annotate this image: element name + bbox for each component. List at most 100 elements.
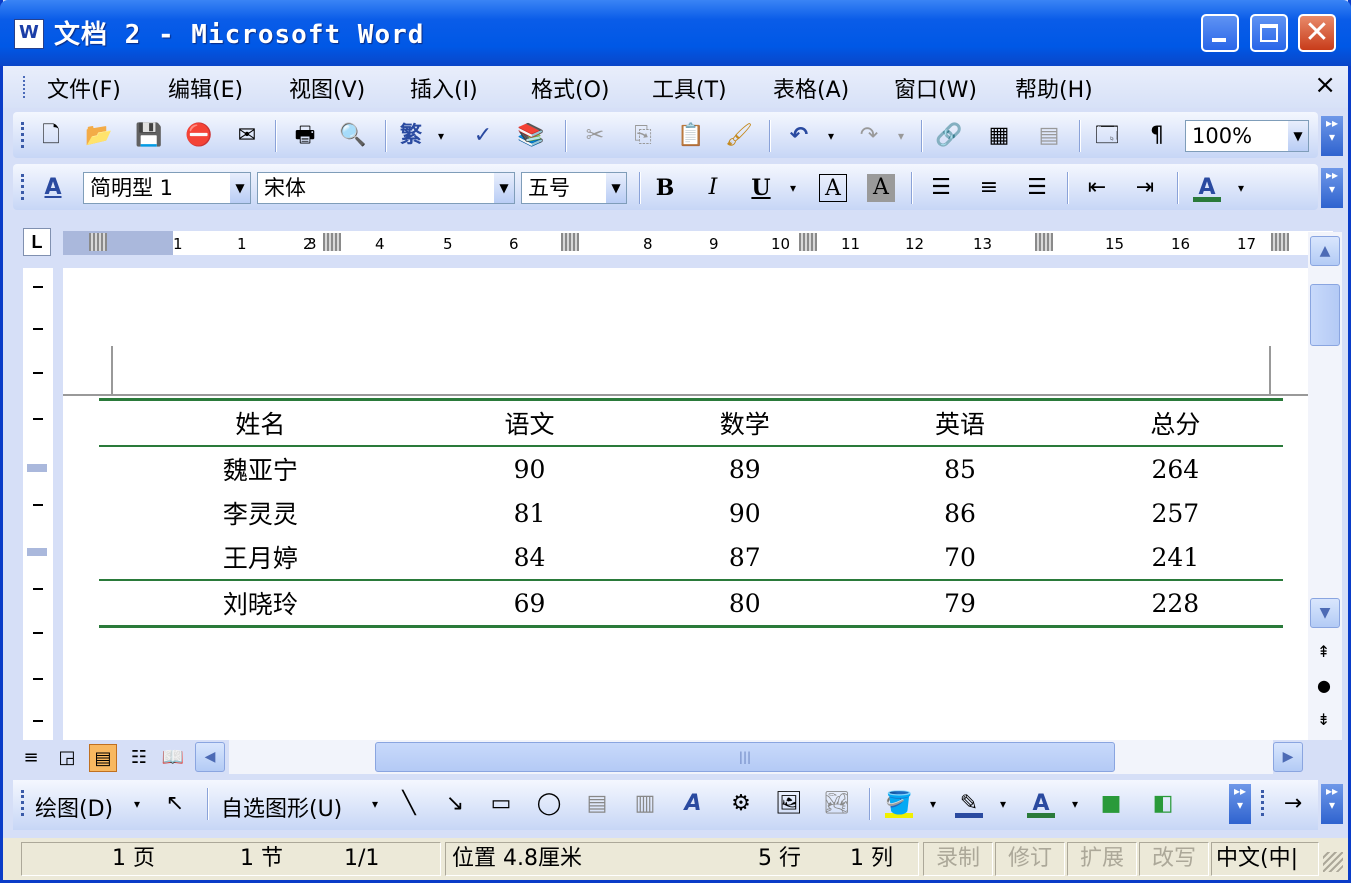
print-preview-icon[interactable]: 🔍 xyxy=(339,122,367,150)
insert-picture-icon[interactable]: 🏞 xyxy=(823,790,851,818)
tables-borders-icon[interactable]: ▦ xyxy=(985,122,1013,150)
chevron-down-icon[interactable]: ▾ xyxy=(427,122,455,150)
document-map-icon[interactable]: 🗔 xyxy=(1093,122,1121,150)
3d-style-icon[interactable]: ◧ xyxy=(1149,790,1177,818)
table-header-cell[interactable]: 总分 xyxy=(1068,400,1283,447)
fill-color-dropdown-icon[interactable]: ▾ xyxy=(919,790,947,818)
title-bar[interactable]: 文档 2 - Microsoft Word ✕ xyxy=(0,0,1351,66)
scroll-down-button[interactable]: ▼ xyxy=(1310,598,1340,628)
line-color-dropdown-icon[interactable]: ▾ xyxy=(989,790,1017,818)
table-header-cell[interactable]: 姓名 xyxy=(99,400,422,447)
table-header-cell[interactable]: 英语 xyxy=(852,400,1067,447)
line-color-icon[interactable]: ✎ xyxy=(955,790,983,818)
table-cell[interactable]: 90 xyxy=(637,491,852,535)
table-cell[interactable]: 李灵灵 xyxy=(99,491,422,535)
align-right-icon[interactable]: ☰ xyxy=(1023,174,1051,202)
font-color-icon[interactable]: A xyxy=(1193,174,1221,202)
research-icon[interactable]: 📚 xyxy=(517,122,545,150)
toolbar-grip[interactable] xyxy=(21,790,27,816)
horizontal-scrollbar[interactable]: ||| xyxy=(229,740,1273,774)
character-shading-icon[interactable]: A xyxy=(867,174,895,202)
table-cell[interactable]: 79 xyxy=(852,580,1067,627)
select-browse-object-icon[interactable]: ● xyxy=(1317,676,1331,695)
scroll-right-button[interactable]: ▶ xyxy=(1273,742,1303,772)
wordart-icon[interactable]: A xyxy=(679,790,707,818)
menu-tools[interactable]: 工具(T) xyxy=(652,72,727,104)
toolbar-options-icon[interactable]: ▸▸ ▾ xyxy=(1321,116,1343,156)
oval-icon[interactable]: ◯ xyxy=(535,790,563,818)
hyperlink-icon[interactable]: 🔗 xyxy=(935,122,963,150)
table-cell[interactable]: 241 xyxy=(1068,535,1283,580)
menu-format[interactable]: 格式(O) xyxy=(531,72,609,104)
print-layout-icon[interactable]: ▤ xyxy=(89,744,117,772)
italic-button[interactable]: I xyxy=(699,174,727,202)
previous-page-icon[interactable]: ⇞ xyxy=(1317,642,1330,661)
column-marker[interactable] xyxy=(323,233,341,251)
table-cell[interactable]: 86 xyxy=(852,491,1067,535)
bold-button[interactable]: B xyxy=(651,174,679,202)
underline-button[interactable]: U xyxy=(747,174,775,202)
right-arrow-icon[interactable]: → xyxy=(1279,790,1307,818)
vertical-scroll-thumb[interactable] xyxy=(1310,284,1340,346)
web-layout-icon[interactable]: ◲ xyxy=(53,744,81,772)
spelling-icon[interactable]: ✓ xyxy=(469,122,497,150)
rectangle-icon[interactable]: ▭ xyxy=(487,790,515,818)
toolbar-grip[interactable] xyxy=(1261,790,1267,816)
justify-icon[interactable]: ☰ xyxy=(927,174,955,202)
table-cell[interactable]: 魏亚宁 xyxy=(99,446,422,491)
font-size-select[interactable]: 五号 ▼ xyxy=(521,172,627,204)
minimize-button[interactable] xyxy=(1201,14,1239,52)
vertical-scrollbar[interactable]: ▲ ▼ xyxy=(1308,232,1342,740)
arrow-icon[interactable]: ↘ xyxy=(441,790,469,818)
menu-edit[interactable]: 编辑(E) xyxy=(168,72,243,104)
table-cell[interactable]: 81 xyxy=(422,491,637,535)
style-select[interactable]: 简明型 1 ▼ xyxy=(83,172,251,204)
font-dropdown-icon[interactable]: ▼ xyxy=(494,173,514,203)
autoshapes-menu-button[interactable]: 自选图形(U) xyxy=(221,791,342,823)
paste-icon[interactable]: 📋 xyxy=(677,122,705,150)
undo-icon[interactable]: ↶ xyxy=(785,122,813,150)
right-indent-marker[interactable] xyxy=(1271,233,1289,251)
table-cell[interactable]: 王月婷 xyxy=(99,535,422,580)
table-cell[interactable]: 刘晓玲 xyxy=(99,580,422,627)
status-overtype[interactable]: 改写 xyxy=(1139,842,1209,876)
draw-font-color-dropdown-icon[interactable]: ▾ xyxy=(1061,790,1089,818)
outline-view-icon[interactable]: ☷ xyxy=(125,744,153,772)
draw-menu-button[interactable]: 绘图(D) xyxy=(35,791,113,823)
status-record[interactable]: 录制 xyxy=(923,842,993,876)
menu-table[interactable]: 表格(A) xyxy=(773,72,849,104)
table-cell[interactable]: 70 xyxy=(852,535,1067,580)
styles-formatting-icon[interactable]: A xyxy=(39,174,67,202)
redo-dropdown-icon[interactable]: ▾ xyxy=(887,122,915,150)
column-marker[interactable] xyxy=(799,233,817,251)
cut-icon[interactable]: ✂ xyxy=(581,122,609,150)
menu-window[interactable]: 窗口(W) xyxy=(894,72,977,104)
grades-table[interactable]: 姓名 语文 数学 英语 总分 魏亚宁 90 89 85 264 李灵灵 81 9… xyxy=(99,398,1283,628)
table-cell[interactable]: 228 xyxy=(1068,580,1283,627)
print-icon[interactable]: 🖶 xyxy=(291,122,319,150)
align-center-icon[interactable]: ≡ xyxy=(975,174,1003,202)
copy-icon[interactable]: ⎘ xyxy=(629,122,657,150)
next-page-icon[interactable]: ⇟ xyxy=(1317,710,1330,729)
select-objects-icon[interactable]: ↖ xyxy=(161,790,189,818)
table-cell[interactable]: 69 xyxy=(422,580,637,627)
table-header-cell[interactable]: 数学 xyxy=(637,400,852,447)
email-icon[interactable]: ✉ xyxy=(233,122,261,150)
table-cell[interactable]: 85 xyxy=(852,446,1067,491)
column-marker[interactable] xyxy=(1035,233,1053,251)
word-app-icon[interactable] xyxy=(14,19,44,49)
left-indent-marker[interactable] xyxy=(89,233,107,251)
fill-color-icon[interactable]: 🪣 xyxy=(885,790,913,818)
character-border-icon[interactable]: A xyxy=(819,174,847,202)
maximize-button[interactable] xyxy=(1250,14,1288,52)
permission-icon[interactable]: ⛔ xyxy=(185,122,213,150)
text-box-icon[interactable]: ▤ xyxy=(583,790,611,818)
status-extend[interactable]: 扩展 xyxy=(1067,842,1137,876)
table-cell[interactable]: 264 xyxy=(1068,446,1283,491)
status-track-changes[interactable]: 修订 xyxy=(995,842,1065,876)
shadow-style-icon[interactable]: ■ xyxy=(1097,790,1125,818)
toolbar-options-icon[interactable]: ▸▸ ▾ xyxy=(1229,784,1251,824)
redo-icon[interactable]: ↷ xyxy=(855,122,883,150)
vertical-ruler[interactable] xyxy=(23,268,53,740)
font-size-dropdown-icon[interactable]: ▼ xyxy=(606,173,626,203)
